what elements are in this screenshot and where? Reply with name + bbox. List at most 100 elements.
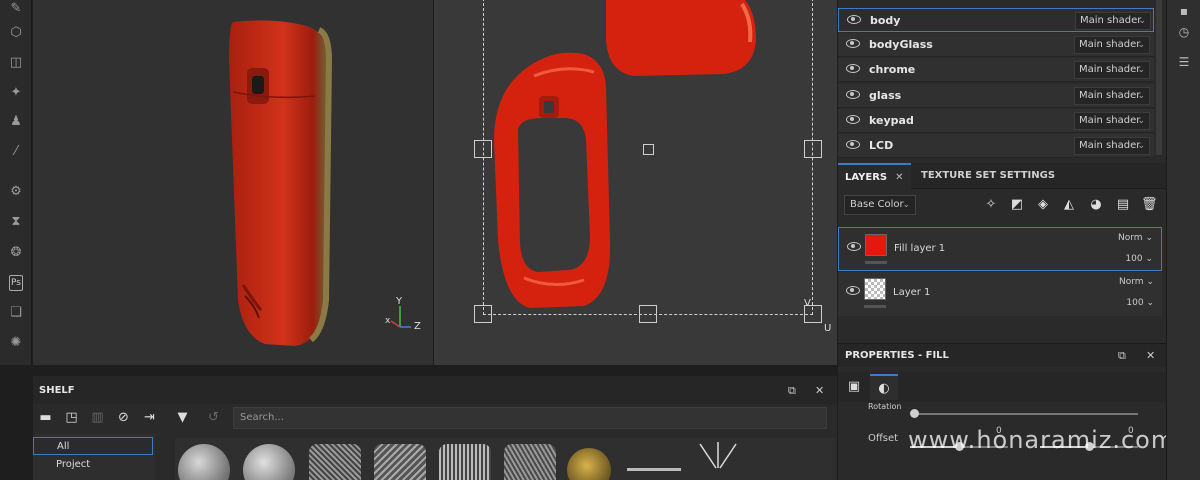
light-arrows-thumb[interactable] [690,442,746,480]
tab-layers[interactable]: LAYERS ✕ [838,163,911,189]
add-paint-layer-icon[interactable]: ◕ [1088,197,1104,213]
tab-material[interactable]: ◐ [870,374,898,400]
eraser-icon[interactable]: ◫ [7,54,25,72]
cube-icon[interactable]: ⬡ [7,24,25,42]
eye-icon[interactable] [846,140,860,149]
chevron-down-icon: ⌄ [1137,115,1145,126]
layer-row[interactable]: Fill layer 1 Norm ⌄ 100 ⌄ [838,227,1162,271]
material-thumb[interactable] [374,444,426,480]
rotation-slider[interactable] [914,413,1138,415]
stamp-icon[interactable]: ♟ [7,113,25,131]
chevron-down-icon: ⌄ [1137,90,1145,101]
pipette-icon[interactable]: ⁄ [7,143,25,161]
viewport-2d[interactable]: V U [434,0,837,365]
import-icon[interactable]: ⇥ [141,409,158,426]
eye-icon[interactable] [846,89,860,99]
category-project[interactable]: Project [33,456,153,474]
rotation-slider-knob[interactable] [910,409,919,418]
photoshop-icon[interactable]: Ps [9,275,23,291]
shader-dropdown[interactable]: Main shader ⌄ [1074,137,1150,155]
right-sidebar: ▪ ◷ ☰ [1166,0,1200,480]
blend-mode-dropdown[interactable]: Norm ⌄ [1118,233,1153,243]
add-folder-icon[interactable]: ▤ [1115,197,1131,213]
eye-icon[interactable] [846,64,860,74]
reset-icon[interactable]: ↺ [205,409,222,426]
settings-icon[interactable]: ✺ [7,334,25,352]
uv-handle-left[interactable] [474,140,492,158]
tab-layers-label: LAYERS [845,172,888,183]
texture-set-row[interactable]: bodyGlass Main shader ⌄ [838,33,1154,58]
eye-icon[interactable] [846,286,860,295]
eye-icon[interactable] [846,114,860,124]
cog-icon[interactable]: ❂ [7,244,25,262]
undock-icon[interactable]: ⧉ [1118,349,1126,363]
shader-dropdown[interactable]: Main shader ⌄ [1074,86,1150,105]
shader-dropdown-value: Main shader [1079,39,1141,51]
add-layer-stack-icon[interactable]: ◈ [1035,197,1051,213]
uv-handle-bottom-left[interactable] [474,305,492,323]
material-thumb[interactable] [439,444,491,480]
gear-icon[interactable]: ⚙ [7,183,25,201]
shader-dropdown-value: Main shader [1079,64,1141,76]
history-icon[interactable]: ◷ [1176,24,1192,40]
opacity-dropdown[interactable]: 100 ⌄ [1125,254,1153,264]
uv-handle-center[interactable] [643,144,654,155]
texture-set-row[interactable]: body Main shader ⌄ [838,8,1154,32]
shader-dropdown[interactable]: Main shader ⌄ [1074,111,1150,130]
uv-handle-bottom[interactable] [639,305,657,323]
blend-mode-dropdown[interactable]: Norm ⌄ [1119,277,1154,287]
texture-set-scrollbar[interactable] [1156,0,1162,155]
channel-dropdown[interactable]: Base Color ⌄ [844,195,916,215]
close-icon[interactable]: ✕ [1146,349,1155,362]
watermark-text: www.honaramiz.com [908,426,1176,454]
save-icon[interactable]: ▥ [89,409,106,426]
filter-icon[interactable]: ▼ [174,409,191,426]
close-icon[interactable]: ✕ [895,172,903,183]
material-thumb[interactable] [567,448,611,480]
pin-icon[interactable]: ✦ [7,84,25,102]
sidebar-icon-top[interactable]: ▪ [1176,3,1192,19]
line-tool-thumb[interactable] [627,468,681,471]
texture-set-row[interactable]: LCD Main shader ⌄ [838,134,1154,158]
material-thumb[interactable] [504,444,556,480]
add-mask-icon[interactable]: ◩ [1009,197,1025,213]
layer-thumbnail[interactable] [864,278,886,300]
texture-set-row[interactable]: keypad Main shader ⌄ [838,108,1154,133]
close-icon[interactable]: ✕ [815,384,824,397]
folder-icon[interactable]: ▬ [37,409,54,426]
uv-handle-right[interactable] [804,140,822,158]
add-effect-icon[interactable]: ✧ [983,197,999,213]
material-thumb[interactable] [309,444,361,480]
tab-fill-properties[interactable]: ▣ [840,374,868,400]
undock-icon[interactable]: ⧉ [788,384,796,398]
opacity-dropdown[interactable]: 100 ⌄ [1126,298,1154,308]
log-icon[interactable]: ☰ [1176,54,1192,70]
eye-icon[interactable] [847,15,861,24]
shelf-search-input[interactable]: Search... [233,407,827,429]
texture-set-row[interactable]: chrome Main shader ⌄ [838,58,1154,83]
layer-row[interactable]: Layer 1 Norm ⌄ 100 ⌄ [838,272,1162,316]
eye-icon[interactable] [846,39,860,49]
export-icon[interactable]: ❏ [7,304,25,322]
material-thumb[interactable] [178,444,230,480]
delete-layer-icon[interactable]: 🗑 [1141,197,1158,213]
hourglass-icon[interactable]: ⧗ [7,213,25,231]
uv-transform-box[interactable] [483,0,813,315]
layer-thumbnail[interactable] [865,234,887,256]
category-all[interactable]: All [33,437,153,455]
axis-y-label: Y [396,296,403,307]
shader-dropdown[interactable]: Main shader ⌄ [1074,36,1150,55]
shader-dropdown[interactable]: Main shader ⌄ [1074,61,1150,80]
viewport-3d[interactable]: Y Z x [33,0,433,365]
chevron-down-icon: ⌄ [1138,16,1146,26]
eye-icon[interactable] [847,242,861,251]
shader-dropdown[interactable]: Main shader ⌄ [1075,12,1151,30]
brush-icon[interactable]: ✎ [7,0,25,18]
hide-icon[interactable]: ⊘ [115,409,132,426]
new-item-icon[interactable]: ◳ [63,409,80,426]
properties-title: PROPERTIES - FILL [845,350,949,361]
material-thumb[interactable] [243,444,295,480]
tab-texture-set-settings[interactable]: TEXTURE SET SETTINGS [914,163,1062,189]
add-fill-layer-icon[interactable]: ◭ [1061,197,1077,213]
texture-set-row[interactable]: glass Main shader ⌄ [838,83,1154,108]
